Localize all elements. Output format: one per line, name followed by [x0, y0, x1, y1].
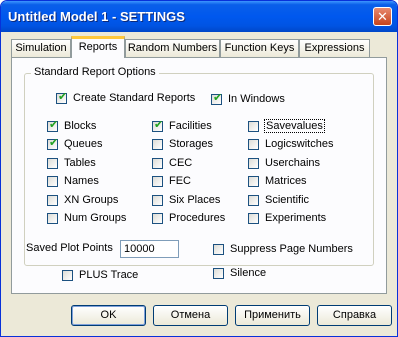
window-title: Untitled Model 1 - SETTINGS [8, 9, 185, 24]
dialog-client: Simulation Reports Random Numbers Functi… [4, 32, 394, 333]
experiments-checkbox[interactable]: Experiments [248, 212, 326, 224]
checkbox-box [47, 212, 58, 224]
checkbox-box: ✔ [47, 118, 59, 132]
in-windows-checkbox[interactable]: ✔ In Windows [211, 91, 285, 105]
checkbox-label: Six Places [169, 194, 221, 206]
tab-simulation[interactable]: Simulation [11, 39, 71, 57]
checkbox-label: Procedures [169, 212, 226, 224]
check-icon: ✔ [49, 118, 59, 131]
xn-groups-checkbox[interactable]: XN Groups [47, 194, 118, 206]
checkbox-box [47, 175, 58, 187]
checkbox-label: Savevalues [264, 119, 325, 133]
checkbox-label: Scientific [265, 194, 310, 206]
title-bar[interactable]: Untitled Model 1 - SETTINGS ✕ [1, 1, 397, 32]
procedures-checkbox[interactable]: Procedures [152, 212, 225, 224]
tab-expressions[interactable]: Expressions [299, 39, 370, 57]
checkbox-label: Storages [169, 138, 214, 150]
checkbox-label: Experiments [265, 212, 327, 224]
checkbox-box [47, 157, 58, 169]
check-icon: ✔ [49, 136, 59, 149]
checkbox-label: XN Groups [64, 194, 119, 206]
checkbox-label: Names [64, 175, 99, 187]
apply-button[interactable]: Применить [235, 305, 310, 326]
checkbox-box: ✔ [211, 91, 223, 105]
storages-checkbox[interactable]: Storages [152, 138, 213, 150]
check-icon: ✔ [58, 90, 68, 103]
saved-plot-points-input[interactable]: 10000 [120, 240, 179, 258]
checkbox-box [248, 157, 259, 169]
checkbox-label: In Windows [228, 93, 285, 105]
checkbox-box [248, 175, 259, 187]
facilities-checkbox[interactable]: ✔ Facilities [152, 118, 212, 132]
checkbox-box [152, 212, 163, 224]
checkbox-box [248, 212, 259, 224]
checkbox-label: Logicswitches [265, 138, 334, 150]
checkbox-label: Facilities [169, 120, 212, 132]
help-button[interactable]: Справка [317, 305, 392, 326]
queues-checkbox[interactable]: ✔ Queues [47, 136, 103, 150]
checkbox-box [248, 138, 259, 150]
close-button[interactable]: ✕ [373, 7, 392, 26]
checkbox-label: CEC [169, 157, 193, 169]
checkbox-box [152, 157, 163, 169]
saved-plot-points-label: Saved Plot Points [26, 242, 113, 254]
create-standard-reports-checkbox[interactable]: ✔ Create Standard Reports [56, 90, 196, 104]
checkbox-label: Tables [64, 157, 96, 169]
check-icon: ✔ [213, 91, 223, 104]
checkbox-label: FEC [169, 175, 191, 187]
tab-function-keys[interactable]: Function Keys [220, 39, 299, 57]
scientific-checkbox[interactable]: Scientific [248, 194, 309, 206]
checkbox-label: Matrices [265, 175, 307, 187]
fec-checkbox[interactable]: FEC [152, 175, 191, 187]
checkbox-label: Userchains [265, 157, 321, 169]
checkbox-box: ✔ [56, 90, 68, 104]
suppress-page-numbers-checkbox[interactable]: Suppress Page Numbers [213, 243, 353, 255]
checkbox-label: Queues [64, 138, 103, 150]
settings-window: Untitled Model 1 - SETTINGS ✕ Simulation… [0, 0, 398, 337]
cec-checkbox[interactable]: CEC [152, 157, 192, 169]
checkbox-label: PLUS Trace [79, 269, 139, 281]
checkbox-box: ✔ [47, 136, 59, 150]
group-label: Standard Report Options [31, 66, 159, 78]
check-icon: ✔ [154, 118, 164, 131]
checkbox-label: Suppress Page Numbers [230, 243, 353, 255]
checkbox-box [213, 267, 224, 279]
silence-checkbox[interactable]: Silence [213, 267, 266, 279]
checkbox-box [248, 120, 259, 132]
tab-random-numbers[interactable]: Random Numbers [125, 39, 220, 57]
logicswitches-checkbox[interactable]: Logicswitches [248, 138, 333, 150]
savevalues-checkbox[interactable]: Savevalues [248, 119, 325, 133]
checkbox-box [152, 194, 163, 206]
blocks-checkbox[interactable]: ✔ Blocks [47, 118, 97, 132]
tab-reports[interactable]: Reports [71, 36, 125, 58]
checkbox-box [152, 138, 163, 150]
userchains-checkbox[interactable]: Userchains [248, 157, 320, 169]
matrices-checkbox[interactable]: Matrices [248, 175, 307, 187]
checkbox-label: Blocks [64, 120, 97, 132]
checkbox-label: Num Groups [64, 212, 127, 224]
checkbox-box [62, 269, 73, 281]
six-places-checkbox[interactable]: Six Places [152, 194, 220, 206]
names-checkbox[interactable]: Names [47, 175, 99, 187]
ok-button[interactable]: OK [71, 305, 146, 326]
checkbox-box [47, 194, 58, 206]
plus-trace-checkbox[interactable]: PLUS Trace [62, 269, 138, 281]
tables-checkbox[interactable]: Tables [47, 157, 96, 169]
num-groups-checkbox[interactable]: Num Groups [47, 212, 126, 224]
checkbox-box: ✔ [152, 118, 164, 132]
checkbox-label: Create Standard Reports [73, 92, 196, 104]
checkbox-box [213, 243, 224, 255]
checkbox-box [248, 194, 259, 206]
checkbox-label: Silence [230, 267, 267, 279]
checkbox-box [152, 175, 163, 187]
close-icon: ✕ [377, 9, 388, 24]
cancel-button[interactable]: Отмена [153, 305, 228, 326]
